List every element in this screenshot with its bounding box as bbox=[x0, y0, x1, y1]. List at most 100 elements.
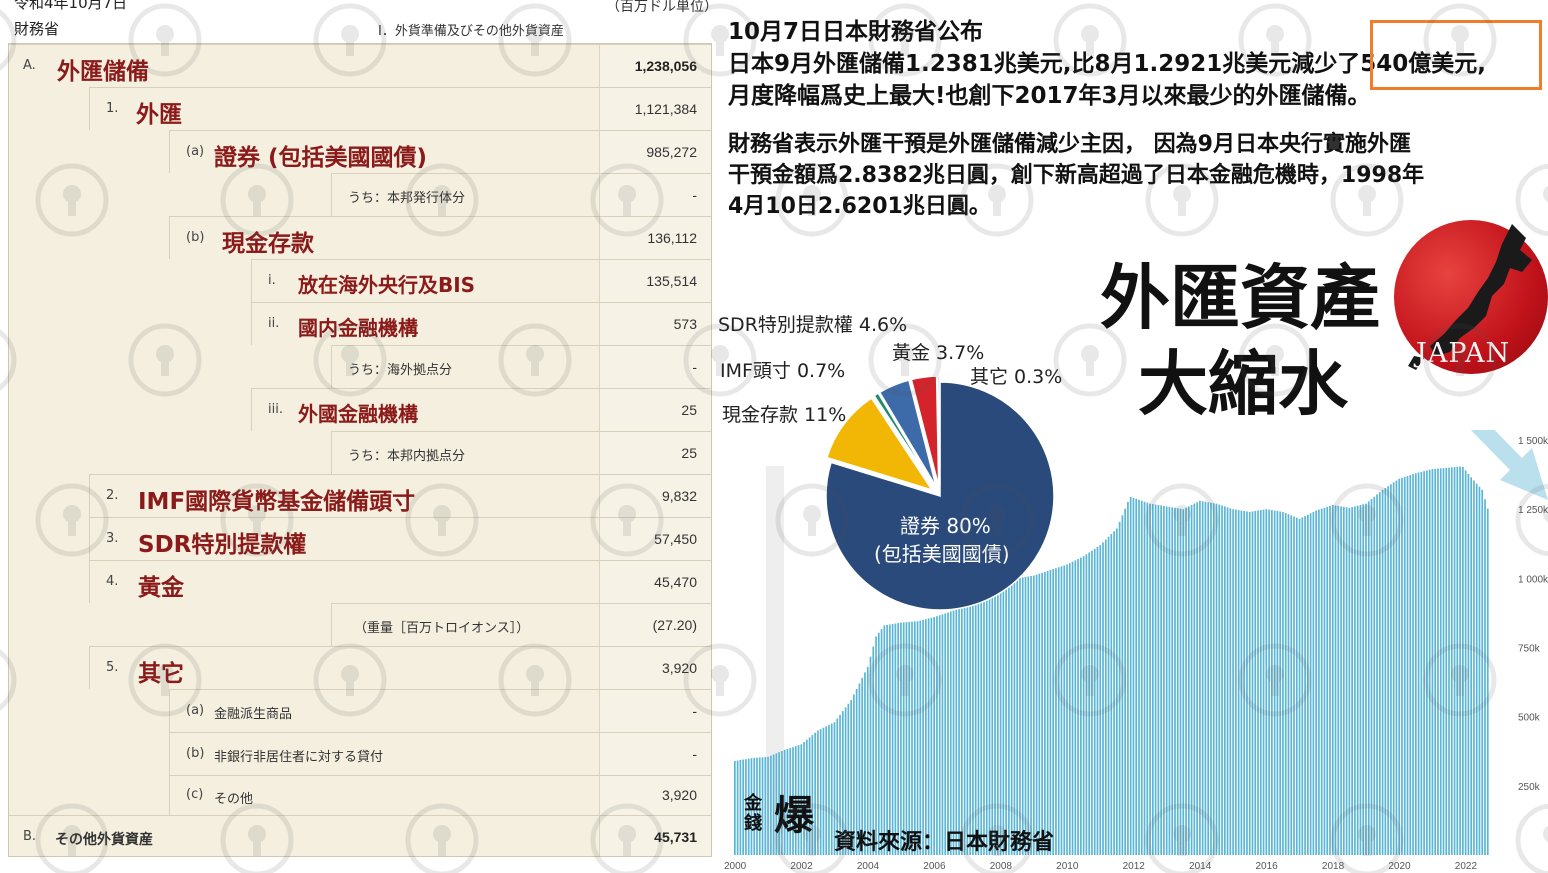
row-index: 4. bbox=[106, 573, 119, 589]
row-value: 45,470 bbox=[654, 573, 697, 590]
row-index: (b) bbox=[186, 229, 205, 245]
bar bbox=[908, 621, 911, 855]
headline-line-1: 10月7日日本財務省公布 bbox=[728, 19, 984, 45]
bar bbox=[830, 723, 833, 855]
row-value: - bbox=[692, 702, 697, 719]
row-label: その他外貨資産 bbox=[55, 832, 153, 849]
y-tick-label: 500k bbox=[1518, 713, 1541, 724]
bar bbox=[1077, 558, 1079, 855]
bar bbox=[1337, 505, 1340, 855]
bar bbox=[1423, 471, 1425, 855]
pie-label-securities: 證券 80% bbox=[900, 514, 991, 538]
x-tick-label: 2004 bbox=[857, 861, 880, 872]
bar bbox=[1295, 517, 1298, 855]
row-index: 1. bbox=[106, 100, 119, 116]
bar bbox=[1068, 563, 1071, 855]
bar bbox=[1121, 515, 1124, 855]
bar bbox=[1093, 548, 1096, 855]
table-row: iii. 外國金融機構 25 bbox=[251, 388, 711, 431]
row-label: 黃金 bbox=[138, 574, 184, 601]
source-note: 資料來源：日本財務省 bbox=[834, 830, 1055, 855]
brand-logo: 金錢 爆 bbox=[744, 794, 814, 838]
row-value: - bbox=[692, 358, 697, 375]
row-index: 5. bbox=[106, 659, 119, 675]
bar bbox=[1254, 511, 1257, 855]
bar bbox=[1486, 508, 1489, 855]
bar bbox=[1187, 506, 1190, 855]
bar bbox=[941, 614, 944, 855]
pie-label-securities-sub: (包括美國國債) bbox=[874, 542, 1010, 566]
bar bbox=[944, 613, 947, 855]
bar bbox=[1271, 510, 1273, 855]
big-title-line-2: 大縮水 bbox=[1138, 342, 1348, 425]
bar bbox=[1420, 471, 1423, 855]
bar bbox=[883, 625, 886, 855]
table-row: 3. SDR特別提款權 57,450 bbox=[89, 517, 711, 560]
bar bbox=[1102, 542, 1104, 855]
bar bbox=[1196, 502, 1198, 855]
bar bbox=[1171, 507, 1174, 855]
bar bbox=[983, 599, 985, 855]
bar bbox=[1218, 504, 1221, 855]
row-value: 1,121,384 bbox=[634, 100, 697, 117]
bar bbox=[875, 636, 877, 855]
table-row: 2. IMF國際貨幣基金儲備頭寸 9,832 bbox=[89, 474, 711, 517]
bar bbox=[1351, 507, 1353, 855]
bar bbox=[1005, 583, 1007, 855]
row-label: 外匯 bbox=[136, 101, 182, 128]
bar bbox=[925, 619, 927, 855]
bar bbox=[960, 607, 963, 855]
row-index: A. bbox=[23, 57, 36, 73]
bar bbox=[1160, 505, 1162, 855]
bar bbox=[1182, 509, 1185, 855]
row-index: i. bbox=[268, 272, 276, 288]
bar bbox=[814, 732, 816, 855]
bar bbox=[894, 623, 897, 855]
bar bbox=[1107, 536, 1110, 855]
row-value: - bbox=[692, 186, 697, 203]
bar bbox=[1168, 506, 1171, 855]
row-index: 2. bbox=[106, 487, 119, 503]
row-value: 3,920 bbox=[661, 787, 697, 803]
bar bbox=[1104, 539, 1107, 855]
table-row: (b) 非銀行非居住者に対する貸付 - bbox=[169, 732, 711, 775]
bar bbox=[1008, 582, 1010, 855]
brand-logo-big: 爆 bbox=[774, 792, 814, 839]
bar bbox=[1442, 468, 1445, 855]
bar bbox=[1284, 513, 1287, 855]
bar bbox=[1235, 509, 1237, 855]
bar bbox=[955, 609, 958, 855]
bar bbox=[1201, 501, 1204, 855]
bar bbox=[1384, 487, 1387, 855]
bar bbox=[988, 594, 991, 855]
x-tick-label: 2000 bbox=[724, 861, 747, 872]
row-label: 其它 bbox=[138, 660, 184, 687]
bar bbox=[1240, 510, 1243, 855]
bar bbox=[1406, 475, 1409, 855]
bar bbox=[1323, 507, 1326, 855]
row-label: 證券 (包括美國國債) bbox=[214, 144, 428, 171]
table-row: (a) 證券 (包括美國國債) 985,272 bbox=[169, 130, 711, 173]
bar bbox=[1251, 511, 1254, 855]
bar bbox=[1082, 556, 1085, 855]
bar bbox=[916, 621, 919, 855]
bar bbox=[922, 619, 924, 855]
bar bbox=[1290, 515, 1293, 855]
bar bbox=[767, 756, 769, 855]
bar bbox=[764, 757, 767, 855]
bar bbox=[1450, 467, 1453, 855]
bar bbox=[1163, 505, 1165, 855]
row-value: 45,731 bbox=[654, 828, 697, 845]
bar bbox=[886, 624, 888, 855]
bar bbox=[1080, 557, 1082, 855]
row-label: 國内金融機構 bbox=[298, 315, 418, 340]
bar bbox=[1320, 508, 1323, 855]
row-label: 非銀行非居住者に対する貸付 bbox=[214, 750, 384, 766]
pie-label-cash: 現金存款 11% bbox=[722, 404, 847, 426]
bar bbox=[1326, 506, 1329, 855]
bar bbox=[1301, 517, 1304, 855]
bar bbox=[1151, 504, 1154, 855]
bar bbox=[1464, 470, 1467, 855]
bar bbox=[930, 617, 933, 855]
bar bbox=[1157, 505, 1160, 855]
